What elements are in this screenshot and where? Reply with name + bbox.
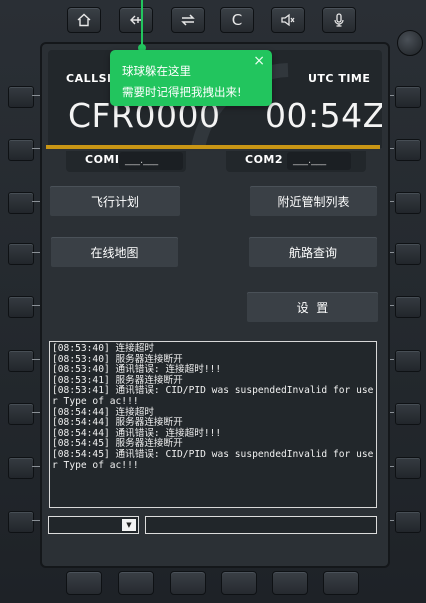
right-side-button-2[interactable] [395,139,421,161]
tooltip-line-2: 需要时记得把我拽出来! [122,85,242,99]
clear-button[interactable]: C [220,7,254,33]
chevron-down-icon[interactable]: ▼ [122,519,136,531]
left-side-button-5[interactable] [8,296,34,318]
assistant-tooltip: 球球躲在这里 需要时记得把我拽出来! × [110,50,272,106]
right-side-button-3[interactable] [395,192,421,214]
bottom-button-1[interactable] [66,571,102,595]
volume-button[interactable] [271,7,305,33]
tooltip-line-1: 球球躲在这里 [122,64,191,78]
gold-divider [46,145,380,149]
log-line: [08:54:45] 通讯错误: CID/PID was suspendedIn… [52,448,374,471]
left-side-button-2[interactable] [8,139,34,161]
settings-button[interactable]: 设 置 [247,292,378,322]
utc-label: UTC TIME [308,72,371,85]
left-side-button-9[interactable] [8,511,34,533]
home-button[interactable] [67,7,101,33]
right-side-button-4[interactable] [395,243,421,265]
right-side-button-1[interactable] [395,86,421,108]
nearby-atc-button[interactable]: 附近管制列表 [250,186,377,216]
bottom-button-3[interactable] [170,571,206,595]
right-side-button-6[interactable] [395,350,421,372]
left-side-button-7[interactable] [8,403,34,425]
swap-button[interactable] [171,7,205,33]
utc-value: 00:54Z [265,96,382,135]
right-side-button-8[interactable] [395,457,421,479]
right-side-button-5[interactable] [395,296,421,318]
log-line: [08:53:40] 连接超时 [52,343,154,354]
back-button[interactable] [119,7,153,33]
left-side-button-8[interactable] [8,457,34,479]
close-icon[interactable]: × [253,53,265,69]
message-log[interactable]: [08:53:40] 连接超时 [08:53:40] 服务器连接断开 [08:5… [49,341,377,508]
right-side-button-9[interactable] [395,511,421,533]
com2-label: COM2 [245,153,284,166]
tooltip-connector [141,0,143,50]
log-line: [08:53:41] 通讯错误: CID/PID was suspendedIn… [52,385,374,407]
right-side-button-7[interactable] [395,403,421,425]
microphone-icon [334,13,344,27]
com1-field[interactable]: ___.___ [119,152,183,170]
route-query-button[interactable]: 航路查询 [249,237,377,267]
left-side-button-1[interactable] [8,86,34,108]
left-side-button-3[interactable] [8,192,34,214]
left-side-button-6[interactable] [8,350,34,372]
frequency-select[interactable]: ▼ [48,516,139,534]
brightness-knob[interactable] [397,30,423,56]
volume-icon [281,13,295,27]
home-icon [77,13,91,27]
message-input[interactable] [145,516,377,534]
bottom-button-4[interactable] [221,571,257,595]
bottom-button-6[interactable] [323,571,359,595]
bottom-button-5[interactable] [272,571,308,595]
online-map-button[interactable]: 在线地图 [51,237,178,267]
com1-label: COMI [85,153,120,166]
microphone-button[interactable] [322,7,356,33]
flight-plan-button[interactable]: 飞行计划 [50,186,180,216]
com2-field[interactable]: ___.___ [287,152,351,170]
swap-icon [181,14,195,26]
left-side-button-4[interactable] [8,243,34,265]
bottom-button-2[interactable] [118,571,154,595]
